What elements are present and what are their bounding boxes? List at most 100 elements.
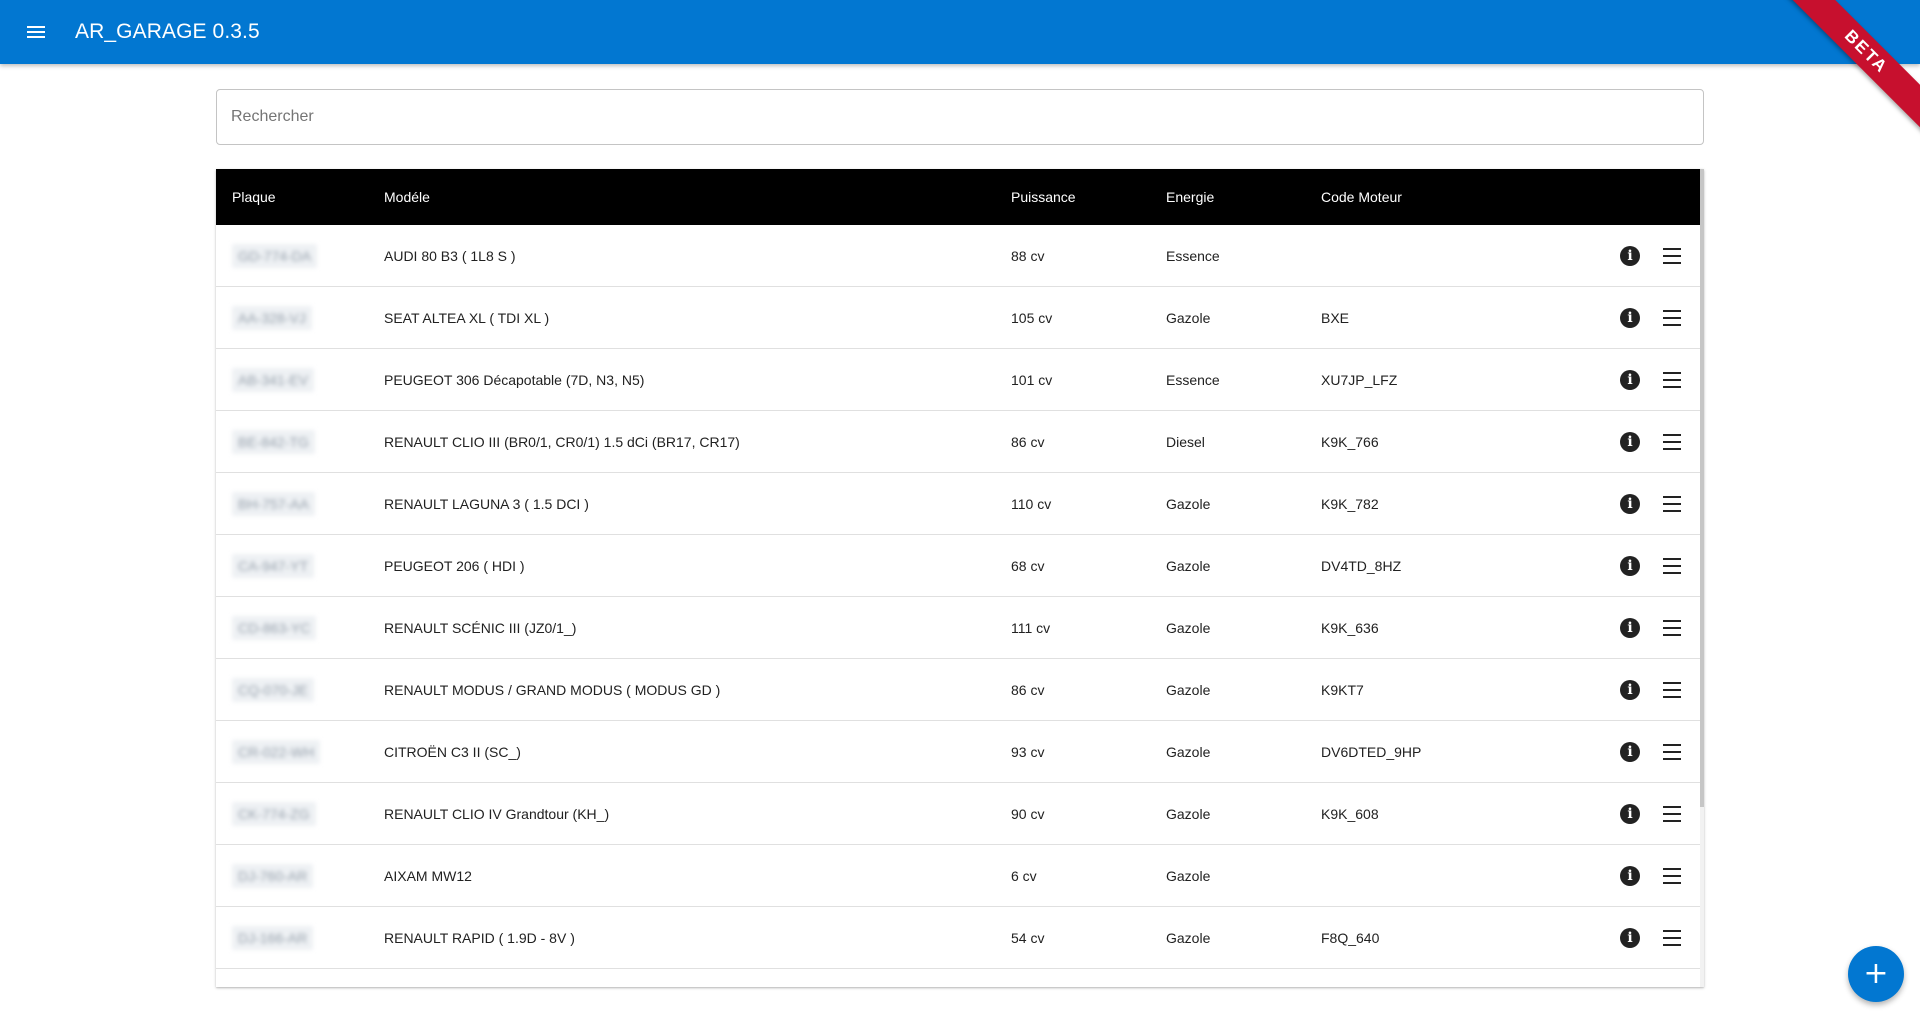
cell-actions: i — [1571, 678, 1700, 702]
add-vehicle-button[interactable]: + — [1848, 946, 1904, 1002]
hamburger-icon[interactable] — [1660, 740, 1684, 764]
app-title: AR_GARAGE 0.3.5 — [75, 20, 260, 43]
cell-power: 6 cv — [1011, 867, 1037, 884]
info-icon[interactable]: i — [1618, 306, 1642, 330]
plate-value: DJ-166-AR — [232, 925, 314, 950]
search-field[interactable] — [216, 89, 1704, 145]
hamburger-icon[interactable] — [1660, 244, 1684, 268]
scrollbar-thumb[interactable] — [1700, 169, 1704, 807]
info-icon[interactable]: i — [1618, 244, 1642, 268]
cell-energy: Gazole — [1166, 619, 1211, 636]
app-bar: AR_GARAGE 0.3.5 — [0, 0, 1920, 64]
info-icon[interactable]: i — [1618, 678, 1642, 702]
cell-engine-code: BXE — [1321, 309, 1350, 326]
cell-model: RENAULT RAPID ( 1.9D - 8V ) — [384, 929, 575, 946]
table-row[interactable]: CQ-070-JE RENAULT MODUS / GRAND MODUS ( … — [216, 659, 1700, 721]
cell-power: 86 cv — [1011, 681, 1045, 698]
plate-value: DJ-760-AR — [232, 863, 314, 888]
cell-power: 110 cv — [1011, 495, 1052, 512]
cell-actions: i — [1571, 244, 1700, 268]
cell-actions: i — [1571, 864, 1700, 888]
cell-model: RENAULT CLIO III (BR0/1, CR0/1) 1.5 dCi … — [384, 433, 740, 450]
cell-power: 68 cv — [1011, 557, 1045, 574]
cell-model: AUDI 80 B3 ( 1L8 S ) — [384, 247, 516, 264]
info-icon[interactable]: i — [1618, 740, 1642, 764]
hamburger-icon[interactable] — [1660, 554, 1684, 578]
cell-engine-code: K9K_782 — [1321, 495, 1379, 512]
cell-energy: Gazole — [1166, 309, 1211, 326]
cell-model: SEAT ALTEA XL ( TDI XL ) — [384, 309, 550, 326]
hamburger-icon[interactable] — [1660, 926, 1684, 950]
hamburger-icon[interactable] — [1660, 306, 1684, 330]
cell-plate: AB-341-EV — [216, 367, 384, 392]
hamburger-icon[interactable] — [1660, 864, 1684, 888]
cell-engine-code: DV4TD_8HZ — [1321, 557, 1402, 574]
cell-energy: Diesel — [1166, 433, 1205, 450]
table-row[interactable]: DJ-760-AR AIXAM MW12 6 cv Gazole i — [216, 845, 1700, 907]
hamburger-icon[interactable] — [1660, 430, 1684, 454]
cell-energy: Gazole — [1166, 929, 1211, 946]
cell-plate: AA-328-VJ — [216, 305, 384, 330]
cell-engine-code: K9K_608 — [1321, 805, 1379, 822]
cell-plate: BH-757-AA — [216, 491, 384, 516]
column-header-modele[interactable]: Modéle — [384, 189, 1011, 205]
cell-model: RENAULT LAGUNA 3 ( 1.5 DCI ) — [384, 495, 589, 512]
plate-value: CK-774-ZG — [232, 801, 316, 826]
menu-icon[interactable] — [12, 8, 60, 56]
table-row[interactable]: CR-022-WH CITROËN C3 II (SC_) 93 cv Gazo… — [216, 721, 1700, 783]
cell-engine-code: K9K_766 — [1321, 433, 1379, 450]
table-row[interactable]: DJ-166-AR RENAULT RAPID ( 1.9D - 8V ) 54… — [216, 907, 1700, 969]
column-header-puissance[interactable]: Puissance — [1011, 189, 1166, 205]
cell-model: RENAULT MODUS / GRAND MODUS ( MODUS GD ) — [384, 681, 721, 698]
cell-actions: i — [1571, 740, 1700, 764]
info-icon[interactable]: i — [1618, 926, 1642, 950]
info-icon[interactable]: i — [1618, 368, 1642, 392]
plate-value: CD-863-YC — [232, 615, 317, 640]
table-row[interactable]: CK-774-ZG RENAULT CLIO IV Grandtour (KH_… — [216, 783, 1700, 845]
info-icon[interactable]: i — [1618, 430, 1642, 454]
table-scrollbar[interactable] — [1700, 169, 1704, 987]
cell-actions: i — [1571, 430, 1700, 454]
info-icon[interactable]: i — [1618, 802, 1642, 826]
column-header-code-moteur[interactable]: Code Moteur — [1321, 189, 1571, 205]
info-icon[interactable]: i — [1618, 492, 1642, 516]
cell-plate: BE-842-TG — [216, 429, 384, 454]
hamburger-icon[interactable] — [1660, 678, 1684, 702]
table-row[interactable]: CA-947-YT PEUGEOT 206 ( HDI ) 68 cv Gazo… — [216, 535, 1700, 597]
cell-energy: Gazole — [1166, 681, 1211, 698]
table-row[interactable]: GD-774-DA AUDI 80 B3 ( 1L8 S ) 88 cv Ess… — [216, 225, 1700, 287]
cell-energy: Gazole — [1166, 743, 1211, 760]
table-row[interactable]: CD-863-YC RENAULT SCÉNIC III (JZ0/1_) 11… — [216, 597, 1700, 659]
plate-value: CQ-070-JE — [232, 677, 315, 702]
info-icon[interactable]: i — [1618, 554, 1642, 578]
cell-plate: CD-863-YC — [216, 615, 384, 640]
cell-power: 111 cv — [1011, 619, 1051, 636]
info-icon[interactable]: i — [1618, 616, 1642, 640]
cell-model: PEUGEOT 306 Décapotable (7D, N3, N5) — [384, 371, 645, 388]
cell-engine-code: K9K_636 — [1321, 619, 1379, 636]
cell-power: 105 cv — [1011, 309, 1053, 326]
table-row[interactable]: AB-341-EV PEUGEOT 306 Décapotable (7D, N… — [216, 349, 1700, 411]
column-header-plaque[interactable]: Plaque — [216, 189, 384, 205]
beta-ribbon-container: BETA — [1780, 0, 1920, 140]
table-row[interactable]: AA-328-VJ SEAT ALTEA XL ( TDI XL ) 105 c… — [216, 287, 1700, 349]
cell-model: CITROËN C3 II (SC_) — [384, 743, 521, 760]
hamburger-icon[interactable] — [1660, 802, 1684, 826]
cell-model: RENAULT CLIO IV Grandtour (KH_) — [384, 805, 610, 822]
cell-model: AIXAM MW12 — [384, 867, 472, 884]
hamburger-icon[interactable] — [1660, 492, 1684, 516]
hamburger-icon[interactable] — [1660, 616, 1684, 640]
hamburger-icon[interactable] — [1660, 368, 1684, 392]
table-row[interactable]: BH-757-AA RENAULT LAGUNA 3 ( 1.5 DCI ) 1… — [216, 473, 1700, 535]
search-input[interactable] — [217, 90, 1703, 144]
info-icon[interactable]: i — [1618, 864, 1642, 888]
plate-value: CR-022-WH — [232, 739, 321, 764]
cell-engine-code: XU7JP_LFZ — [1321, 371, 1398, 388]
column-header-energie[interactable]: Energie — [1166, 189, 1321, 205]
cell-model: RENAULT SCÉNIC III (JZ0/1_) — [384, 619, 577, 636]
cell-plate: CQ-070-JE — [216, 677, 384, 702]
cell-power: 90 cv — [1011, 805, 1045, 822]
plate-value: GD-774-DA — [232, 243, 318, 268]
table-row[interactable]: BE-842-TG RENAULT CLIO III (BR0/1, CR0/1… — [216, 411, 1700, 473]
cell-power: 54 cv — [1011, 929, 1045, 946]
